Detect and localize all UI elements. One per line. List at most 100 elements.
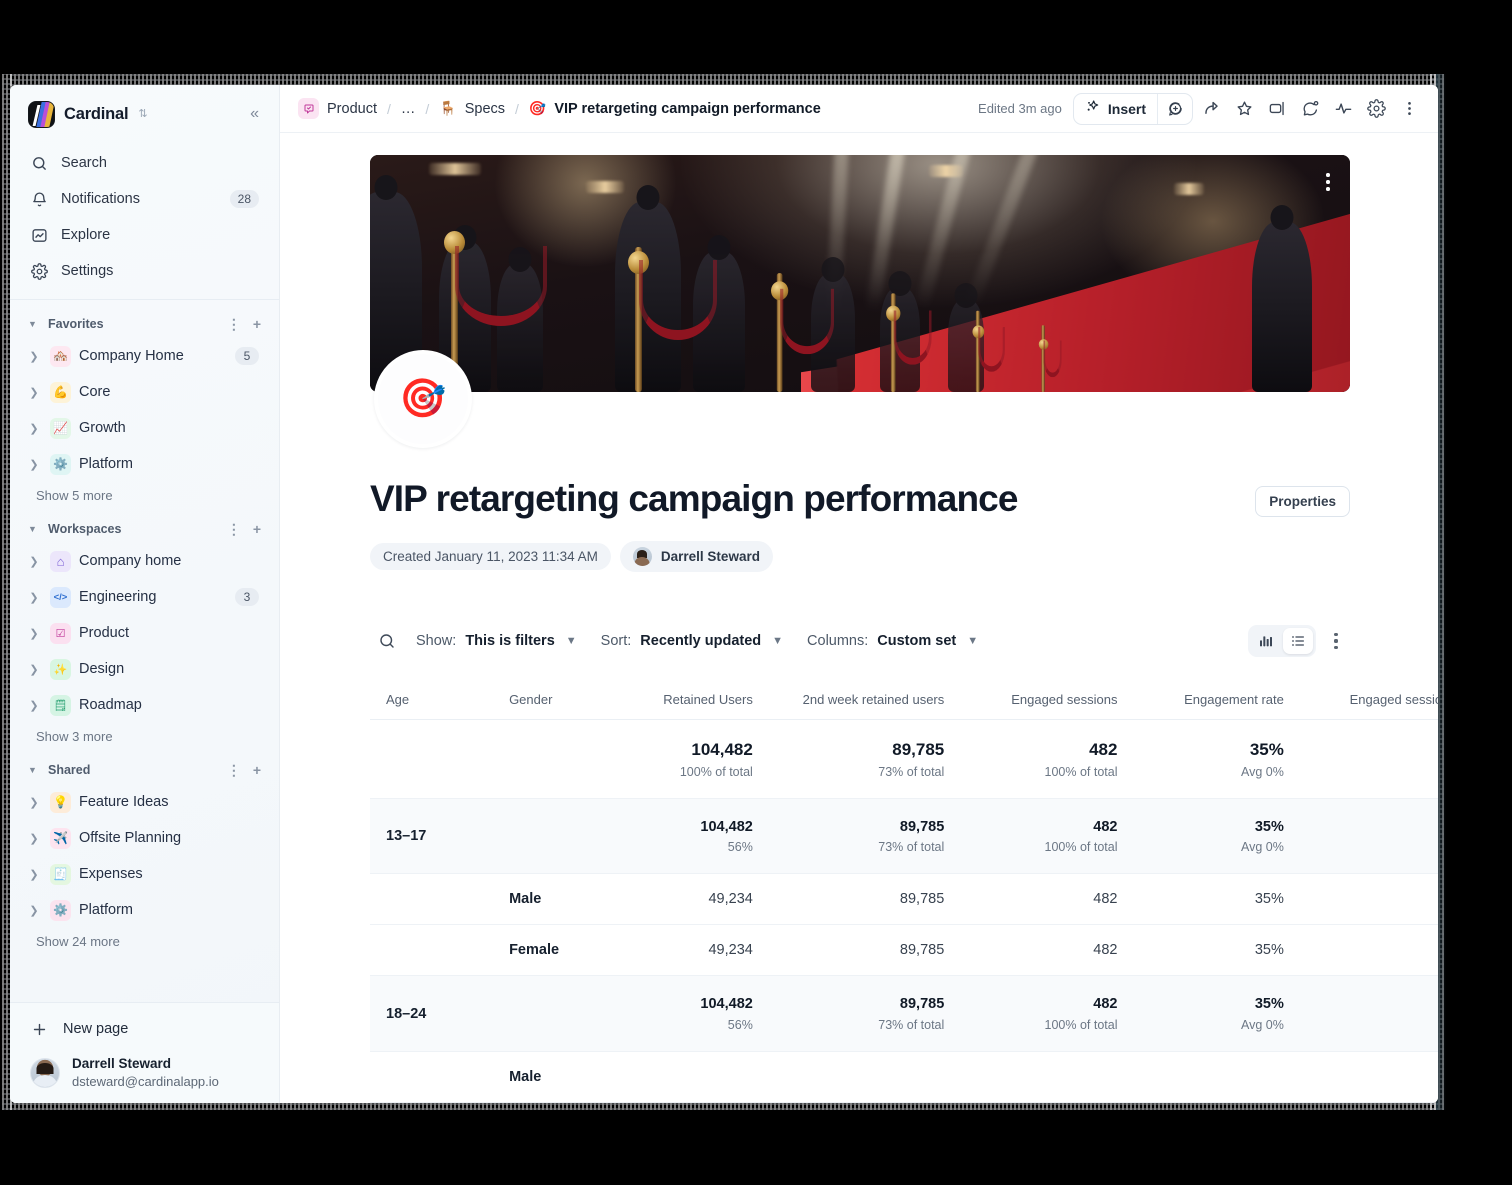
- chevron-down-icon[interactable]: ▼: [28, 765, 38, 775]
- sidebar: Cardinal ⇅ « Search Notifications 28 Exp…: [10, 85, 280, 1103]
- cell-age: [370, 924, 494, 977]
- col-header-age[interactable]: Age: [370, 681, 494, 720]
- workspaces-show-more[interactable]: Show 3 more: [20, 723, 269, 746]
- table-row[interactable]: 13–17 104,482 56% 89,785 73% of total 48…: [370, 798, 1438, 875]
- col-header-sessions-per-user[interactable]: Engaged sessions per user: [1299, 681, 1438, 720]
- sidebar-item-notifications[interactable]: Notifications 28: [20, 181, 269, 217]
- sidebar-item-product[interactable]: ❯ ☑ Product: [20, 615, 269, 651]
- sidebar-item-explore[interactable]: Explore: [20, 217, 269, 253]
- cell-subvalue: 100% of total: [1044, 1017, 1118, 1032]
- chevron-right-icon[interactable]: ❯: [26, 904, 42, 917]
- section-add-icon[interactable]: +: [253, 521, 261, 537]
- star-icon[interactable]: [1229, 94, 1259, 124]
- chevron-right-icon[interactable]: ❯: [26, 591, 42, 604]
- item-badge: 5: [235, 347, 259, 365]
- chevron-right-icon[interactable]: ❯: [26, 699, 42, 712]
- shared-show-more[interactable]: Show 24 more: [20, 928, 269, 951]
- kebab-menu-icon[interactable]: [1394, 94, 1424, 124]
- table-kebab-menu-icon[interactable]: [1322, 626, 1350, 656]
- chevron-down-icon[interactable]: ▼: [28, 524, 38, 534]
- sidebar-item-growth[interactable]: ❯ 📈 Growth: [20, 410, 269, 446]
- section-add-icon[interactable]: +: [253, 316, 261, 332]
- section-kebab-icon[interactable]: ⋮: [227, 521, 241, 538]
- sidebar-item-search[interactable]: Search: [20, 145, 269, 181]
- table-row[interactable]: Male 49,234 89,785 482 35% 1m 16s: [370, 873, 1438, 926]
- chevron-right-icon[interactable]: ❯: [26, 663, 42, 676]
- sidebar-item-feature-ideas[interactable]: ❯ 💡 Feature Ideas: [20, 784, 269, 820]
- chevron-right-icon[interactable]: ❯: [26, 555, 42, 568]
- col-header-engaged-sessions[interactable]: Engaged sessions: [960, 681, 1134, 720]
- sidebar-item-engineering[interactable]: ❯ </> Engineering 3: [20, 579, 269, 615]
- chevron-right-icon[interactable]: ❯: [26, 796, 42, 809]
- col-header-engagement-rate[interactable]: Engagement rate: [1133, 681, 1300, 720]
- new-page-button[interactable]: New page: [24, 1011, 265, 1047]
- properties-button[interactable]: Properties: [1255, 486, 1350, 517]
- comment-add-icon[interactable]: [1158, 94, 1192, 124]
- chevron-right-icon[interactable]: ❯: [26, 386, 42, 399]
- gear-icon[interactable]: [1361, 94, 1391, 124]
- sidebar-item-core[interactable]: ❯ 💪 Core: [20, 374, 269, 410]
- cell-value: 482: [1089, 739, 1118, 759]
- sidebar-item-company-home[interactable]: ❯ 🏘️ Company Home 5: [20, 338, 269, 374]
- breadcrumb-ellipsis[interactable]: …: [401, 101, 416, 117]
- chat-bubble-icon[interactable]: [1295, 94, 1325, 124]
- chevron-right-icon[interactable]: ❯: [26, 350, 42, 363]
- filter-show[interactable]: Show: This is filters ▼: [404, 626, 589, 656]
- author-pill[interactable]: Darrell Steward: [619, 540, 773, 572]
- filter-sort[interactable]: Sort: Recently updated ▼: [589, 626, 795, 656]
- section-header[interactable]: ▼ Workspaces ⋮ +: [20, 515, 269, 543]
- breadcrumb-current-page[interactable]: 🎯 VIP retargeting campaign performance: [529, 100, 821, 117]
- table-row[interactable]: Male: [370, 1051, 1438, 1103]
- cell-gender: Male: [493, 873, 612, 926]
- sidebar-right-icon[interactable]: [1262, 94, 1292, 124]
- sidebar-item-offsite-planning[interactable]: ❯ ✈️ Offsite Planning: [20, 820, 269, 856]
- table-search-icon[interactable]: [370, 624, 404, 658]
- cover-kebab-menu-icon[interactable]: [1322, 169, 1334, 195]
- cell-gender: [493, 798, 612, 875]
- sidebar-item-settings[interactable]: Settings: [20, 253, 269, 289]
- created-pill[interactable]: Created January 11, 2023 11:34 AM: [370, 542, 611, 570]
- sidebar-item-company-home-ws[interactable]: ❯ ⌂ Company home: [20, 543, 269, 579]
- insert-button[interactable]: Insert: [1074, 94, 1157, 124]
- table-row[interactable]: 104,482 100% of total 89,785 73% of tota…: [370, 719, 1438, 799]
- collapse-sidebar-icon[interactable]: «: [244, 101, 265, 127]
- chevron-right-icon[interactable]: ❯: [26, 868, 42, 881]
- share-arrow-icon[interactable]: [1196, 94, 1226, 124]
- sidebar-item-roadmap[interactable]: ❯ 🗒 Roadmap: [20, 687, 269, 723]
- chevron-right-icon[interactable]: ❯: [26, 832, 42, 845]
- page-cover-image[interactable]: [370, 155, 1350, 392]
- cell-subvalue: 100% of total: [679, 764, 753, 779]
- view-chart-button[interactable]: [1251, 628, 1281, 654]
- section-header[interactable]: ▼ Shared ⋮ +: [20, 756, 269, 784]
- workspace-switcher[interactable]: Cardinal ⇅ «: [24, 97, 265, 131]
- chevron-right-icon[interactable]: ❯: [26, 627, 42, 640]
- section-header[interactable]: ▼ Favorites ⋮ +: [20, 310, 269, 338]
- col-header-retained-users[interactable]: Retained Users: [611, 681, 769, 720]
- sidebar-item-design[interactable]: ❯ ✨ Design: [20, 651, 269, 687]
- section-add-icon[interactable]: +: [253, 762, 261, 778]
- page-scroll-area[interactable]: 🎯 VIP retargeting campaign performance P…: [280, 133, 1438, 1103]
- view-list-button[interactable]: [1283, 627, 1313, 654]
- chevron-updown-icon[interactable]: ⇅: [138, 108, 147, 120]
- favorites-show-more[interactable]: Show 5 more: [20, 482, 269, 505]
- sidebar-item-platform-shared[interactable]: ❯ ⚙️ Platform: [20, 892, 269, 928]
- user-account-row[interactable]: Darrell Steward dsteward@cardinalapp.io: [24, 1047, 265, 1091]
- table-scroll-container[interactable]: Age Gender Retained Users 2nd week retai…: [370, 681, 1438, 1103]
- sidebar-item-platform[interactable]: ❯ ⚙️ Platform: [20, 446, 269, 482]
- section-kebab-icon[interactable]: ⋮: [227, 762, 241, 779]
- col-header-2nd-week[interactable]: 2nd week retained users: [768, 681, 961, 720]
- section-kebab-icon[interactable]: ⋮: [227, 316, 241, 333]
- sidebar-item-expenses[interactable]: ❯ 🧾 Expenses: [20, 856, 269, 892]
- breadcrumb-product[interactable]: Product: [298, 98, 377, 119]
- page-icon-emoji[interactable]: 🎯: [374, 350, 472, 448]
- filter-columns[interactable]: Columns: Custom set ▼: [795, 626, 990, 656]
- cell-value: 35%: [1254, 942, 1284, 959]
- activity-pulse-icon[interactable]: [1328, 94, 1358, 124]
- col-header-gender[interactable]: Gender: [493, 681, 612, 720]
- table-row[interactable]: Female 49,234 89,785 482 35% 1m 16s: [370, 924, 1438, 977]
- chevron-right-icon[interactable]: ❯: [26, 458, 42, 471]
- breadcrumb-specs[interactable]: 🪑 Specs: [439, 100, 505, 117]
- chevron-down-icon[interactable]: ▼: [28, 319, 38, 329]
- chevron-right-icon[interactable]: ❯: [26, 422, 42, 435]
- table-row[interactable]: 18–24 104,482 56% 89,785 73% of total 48…: [370, 975, 1438, 1052]
